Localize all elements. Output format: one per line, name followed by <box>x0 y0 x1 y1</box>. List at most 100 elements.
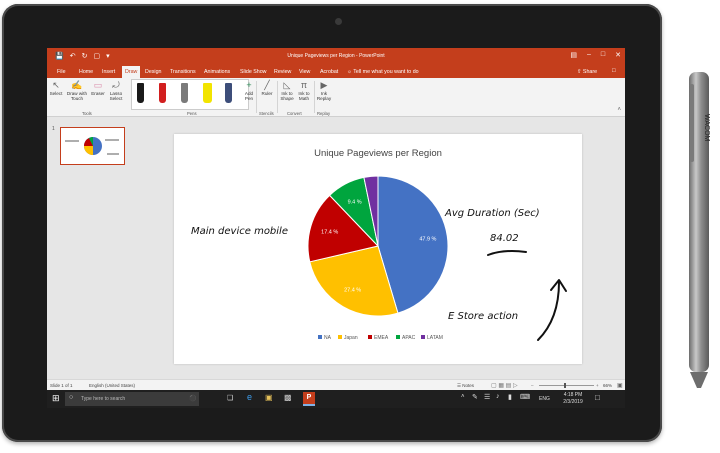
tell-me-box[interactable]: ☼ Tell me what you want to do <box>347 69 419 75</box>
maximize-icon[interactable]: □ <box>601 51 605 59</box>
ink-to-math-icon: π <box>300 80 308 90</box>
tab-slide-show[interactable]: Slide Show <box>240 69 267 75</box>
clock-time[interactable]: 4:18 PM <box>559 392 587 398</box>
notes-button[interactable]: ☰ Notes <box>457 383 474 389</box>
legend-label-na: NA <box>324 335 332 341</box>
collapse-ribbon-icon[interactable]: ˄ <box>617 107 621 113</box>
language-status[interactable]: English (United States) <box>89 383 135 388</box>
add-pen-button[interactable]: + Add Pen <box>243 80 255 101</box>
tab-transitions[interactable]: Transitions <box>170 69 196 75</box>
stylus-pen: WACOM <box>689 72 710 388</box>
powerpoint-taskbar-icon[interactable]: P <box>303 392 315 406</box>
ruler-button[interactable]: ╱ Ruler <box>259 80 275 96</box>
highlighter-yellow[interactable] <box>203 83 212 103</box>
legend-swatch-latam <box>421 335 425 339</box>
taskbar-search[interactable]: ○ Type here to search ⚫ <box>65 392 199 406</box>
legend-label-apac: APAC <box>402 335 416 341</box>
clock-date[interactable]: 2/3/2019 <box>559 399 587 405</box>
pie-chart: 47.9 % 27.4 % 17.4 % 9.4 % <box>307 175 449 317</box>
thumbnail-preview <box>65 137 119 155</box>
comments-icon[interactable]: □ <box>612 68 616 74</box>
zoom-in-icon[interactable]: + <box>596 383 599 388</box>
pen-black[interactable] <box>137 83 144 103</box>
ruler-label: Ruler <box>261 91 273 96</box>
fit-slide-icon[interactable]: ▣ <box>617 382 623 389</box>
pen-workspace-icon[interactable]: ✎ <box>472 393 478 401</box>
tab-insert[interactable]: Insert <box>102 69 115 75</box>
pens-gallery <box>131 79 249 110</box>
eraser-label: Eraser <box>91 91 105 96</box>
select-label: Select <box>49 91 63 96</box>
battery-icon[interactable]: ▮ <box>508 393 512 401</box>
tab-home[interactable]: Home <box>79 69 93 75</box>
close-icon[interactable]: ✕ <box>615 51 621 59</box>
camera <box>335 18 342 25</box>
file-explorer-icon[interactable]: ▣ <box>265 393 273 402</box>
convert-group-label: Convert <box>287 111 302 116</box>
slide-canvas: Unique Pageviews per Region 47.9 % 27.4 %… <box>131 117 625 379</box>
ink-shape-label-2: Shape <box>280 96 294 101</box>
search-placeholder: Type here to search <box>81 396 126 402</box>
tab-view[interactable]: View <box>299 69 310 75</box>
slide[interactable]: Unique Pageviews per Region 47.9 % 27.4 %… <box>174 134 582 364</box>
windows-start-icon[interactable]: ⊞ <box>52 393 60 404</box>
input-language[interactable]: ENG <box>539 396 550 402</box>
draw-with-touch-tool[interactable]: ✍ Draw with Touch <box>65 80 89 101</box>
legend-swatch-emea <box>368 335 372 339</box>
zoom-level[interactable]: 66% <box>603 383 612 388</box>
tab-draw[interactable]: Draw <box>122 66 141 78</box>
volume-icon[interactable]: ♪ <box>496 393 500 400</box>
microphone-icon[interactable]: ⚫ <box>189 395 196 402</box>
tab-review[interactable]: Review <box>274 69 291 75</box>
edge-browser-icon[interactable]: e <box>247 392 252 402</box>
ink-to-math-button[interactable]: π Ink to Math <box>296 80 312 101</box>
chart-title: Unique Pageviews per Region <box>314 148 442 159</box>
ribbon-tabs: File Home Insert Draw Design Transitions… <box>47 66 625 78</box>
legend-label-latam: LATAM <box>427 335 443 341</box>
view-buttons[interactable]: ▢ ▦ ▤ ▷ <box>491 382 518 389</box>
zoom-out-icon[interactable]: – <box>531 383 534 388</box>
eraser-icon: ▭ <box>93 80 103 90</box>
eraser-tool[interactable]: ▭ Eraser <box>91 80 105 96</box>
pie-label-japan: 27.4 % <box>344 288 361 294</box>
ink-to-shape-button[interactable]: ◺ Ink to Shape <box>279 80 295 101</box>
zoom-slider[interactable] <box>539 385 594 386</box>
ruler-icon: ╱ <box>264 80 270 90</box>
stencils-group-label: Stencils <box>259 111 274 116</box>
minimize-icon[interactable]: – <box>587 51 591 59</box>
tray-chevron-icon[interactable]: ˄ <box>461 394 465 400</box>
select-tool[interactable]: ↖ Select <box>49 80 63 96</box>
store-icon[interactable]: ▩ <box>284 393 292 402</box>
network-icon[interactable]: ☰ <box>484 393 490 401</box>
legend-label-emea: EMEA <box>374 335 389 341</box>
share-label: Share <box>582 69 598 75</box>
tab-file[interactable]: File <box>57 69 66 75</box>
ink-replay-button[interactable]: ▶ Ink Replay <box>316 80 332 101</box>
share-button[interactable]: ⇧ Share <box>577 69 597 75</box>
window-controls: ▤ – □ ✕ <box>570 51 621 59</box>
lasso-select-tool[interactable]: ⤾ Lasso Select <box>108 80 124 101</box>
pen-blue[interactable] <box>225 83 232 103</box>
zoom-slider-thumb[interactable] <box>564 383 566 388</box>
tab-design[interactable]: Design <box>145 69 162 75</box>
ink-avg-value: 84.02 <box>490 233 519 244</box>
pen-red[interactable] <box>159 83 166 103</box>
ribbon: ↖ Select ✍ Draw with Touch ▭ Eraser ⤾ La… <box>47 78 625 117</box>
ink-avg-duration: Avg Duration (Sec) <box>444 208 540 219</box>
ink-store-action: E Store action <box>448 311 518 322</box>
pie-label-apac: 9.4 % <box>348 199 362 205</box>
keyboard-icon[interactable]: ⌨ <box>520 393 530 401</box>
legend-swatch-japan <box>338 335 342 339</box>
taskbar: ⊞ ○ Type here to search ⚫ ❏ e ▣ ▩ P ˄ ✎ … <box>47 390 625 408</box>
task-view-icon[interactable]: ❏ <box>227 394 233 402</box>
pencil-gray[interactable] <box>181 83 188 103</box>
tab-animations[interactable]: Animations <box>204 69 230 75</box>
notifications-icon[interactable]: □ <box>595 393 600 402</box>
lasso-icon: ⤾ <box>112 80 120 90</box>
touch-draw-icon: ✍ <box>71 80 83 90</box>
slide-content: Unique Pageviews per Region 47.9 % 27.4 %… <box>191 148 567 341</box>
draw-touch-label-2: Touch <box>70 96 84 101</box>
tab-acrobat[interactable]: Acrobat <box>320 69 338 75</box>
slide-thumbnail[interactable] <box>60 127 125 165</box>
ribbon-display-icon[interactable]: ▤ <box>570 51 577 59</box>
